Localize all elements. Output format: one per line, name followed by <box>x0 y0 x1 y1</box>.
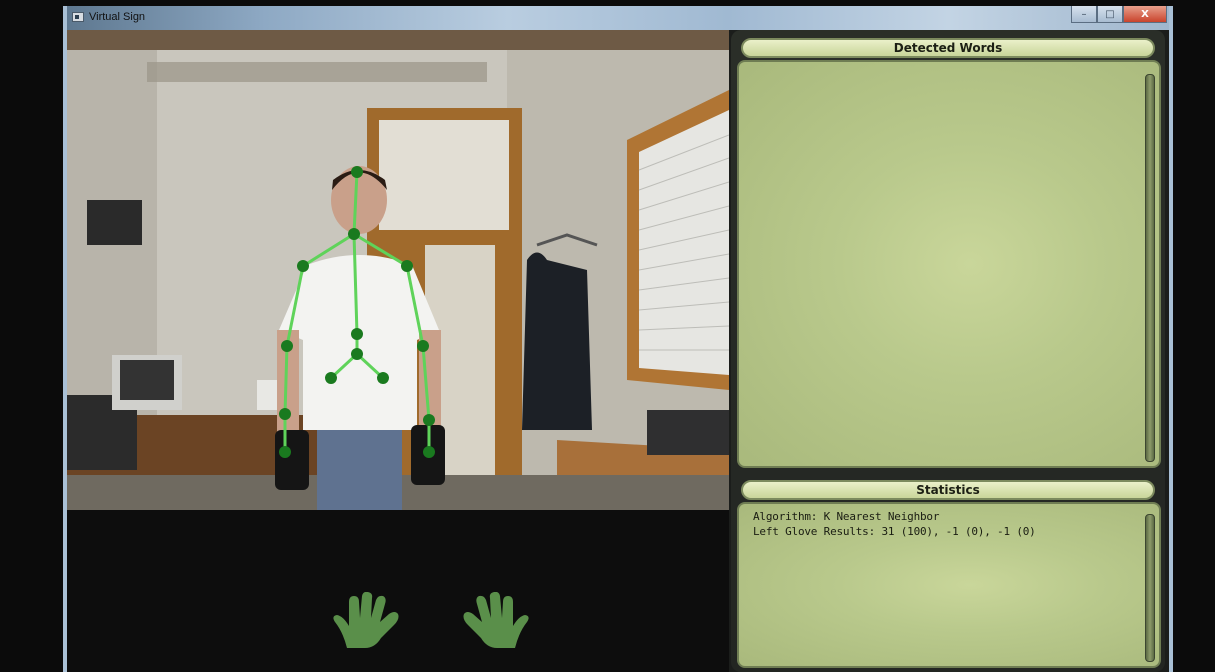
statistics-left-glove-results: Left Glove Results: 31 (100), -1 (0), -1… <box>753 525 1036 538</box>
close-button[interactable]: X <box>1123 6 1167 23</box>
statistics-algorithm: Algorithm: K Nearest Neighbor <box>753 510 940 523</box>
camera-feed <box>67 30 729 510</box>
statistics-panel[interactable]: Algorithm: K Nearest Neighbor Left Glove… <box>737 502 1161 668</box>
right-hand-icon <box>463 592 529 648</box>
side-panel: Detected Words Statistics Algorithm: K N… <box>731 30 1165 672</box>
detected-words-list[interactable] <box>737 60 1161 468</box>
detected-words-header: Detected Words <box>741 38 1155 58</box>
statistics-scrollbar[interactable] <box>1145 514 1155 662</box>
statistics-header: Statistics <box>741 480 1155 500</box>
window-title: Virtual Sign <box>89 11 146 23</box>
window-controls: – □ X <box>1071 6 1167 24</box>
detected-words-scrollbar[interactable] <box>1145 74 1155 462</box>
maximize-button[interactable]: □ <box>1097 6 1123 23</box>
camera-scene <box>67 30 729 510</box>
title-bar[interactable]: Virtual Sign – □ X <box>67 6 1169 30</box>
minimize-button[interactable]: – <box>1071 6 1097 23</box>
left-hand-icon <box>333 592 399 648</box>
app-window: Virtual Sign – □ X Detected Words Statis… <box>63 6 1173 672</box>
app-icon <box>72 12 84 22</box>
